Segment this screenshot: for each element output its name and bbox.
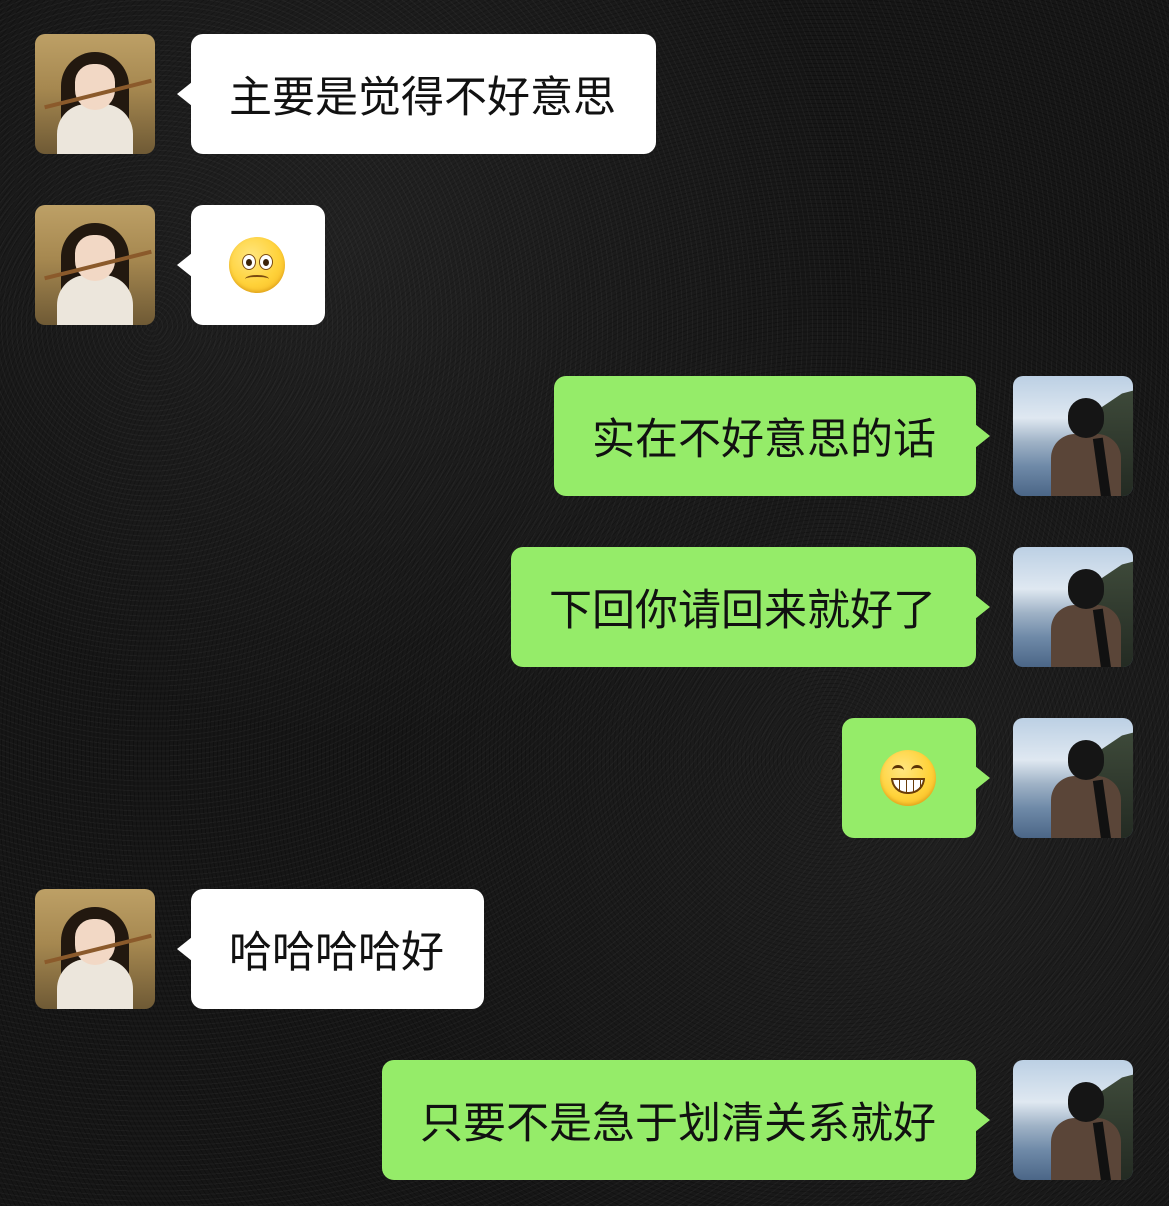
message-text: 下回你请回来就好了: [549, 586, 936, 636]
contact-avatar[interactable]: [35, 205, 155, 325]
message-bubble-incoming[interactable]: [177, 205, 325, 325]
contact-avatar[interactable]: [35, 34, 155, 154]
message-bubble-incoming[interactable]: 哈哈哈哈好: [177, 889, 484, 1009]
message-row-outgoing: 只要不是急于划清关系就好: [0, 1060, 1169, 1180]
self-avatar[interactable]: [1013, 1060, 1133, 1180]
message-bubble-outgoing[interactable]: 下回你请回来就好了: [511, 547, 990, 667]
message-row-outgoing: [0, 718, 1169, 838]
self-avatar[interactable]: [1013, 376, 1133, 496]
message-row-incoming: 主要是觉得不好意思: [0, 34, 1169, 154]
message-row-incoming: 哈哈哈哈好: [0, 889, 1169, 1009]
contact-avatar[interactable]: [35, 889, 155, 1009]
message-bubble-incoming[interactable]: 主要是觉得不好意思: [177, 34, 656, 154]
message-text: 只要不是急于划清关系就好: [420, 1099, 936, 1149]
grinning-face-emoji-icon: [880, 750, 936, 806]
woozy-pleading-face-emoji-icon: [229, 237, 285, 293]
message-text: 主要是觉得不好意思: [229, 73, 616, 123]
self-avatar[interactable]: [1013, 547, 1133, 667]
message-row-incoming: [0, 205, 1169, 325]
message-bubble-outgoing[interactable]: [842, 718, 990, 838]
message-text: 实在不好意思的话: [592, 415, 936, 465]
chat-message-list[interactable]: 主要是觉得不好意思 实在不好意思的话 下回你请回来就好了 哈哈哈哈好 只要不是急…: [0, 0, 1169, 1206]
message-text: 哈哈哈哈好: [229, 928, 444, 978]
message-bubble-outgoing[interactable]: 只要不是急于划清关系就好: [382, 1060, 990, 1180]
message-row-outgoing: 实在不好意思的话: [0, 376, 1169, 496]
message-bubble-outgoing[interactable]: 实在不好意思的话: [554, 376, 990, 496]
self-avatar[interactable]: [1013, 718, 1133, 838]
message-row-outgoing: 下回你请回来就好了: [0, 547, 1169, 667]
